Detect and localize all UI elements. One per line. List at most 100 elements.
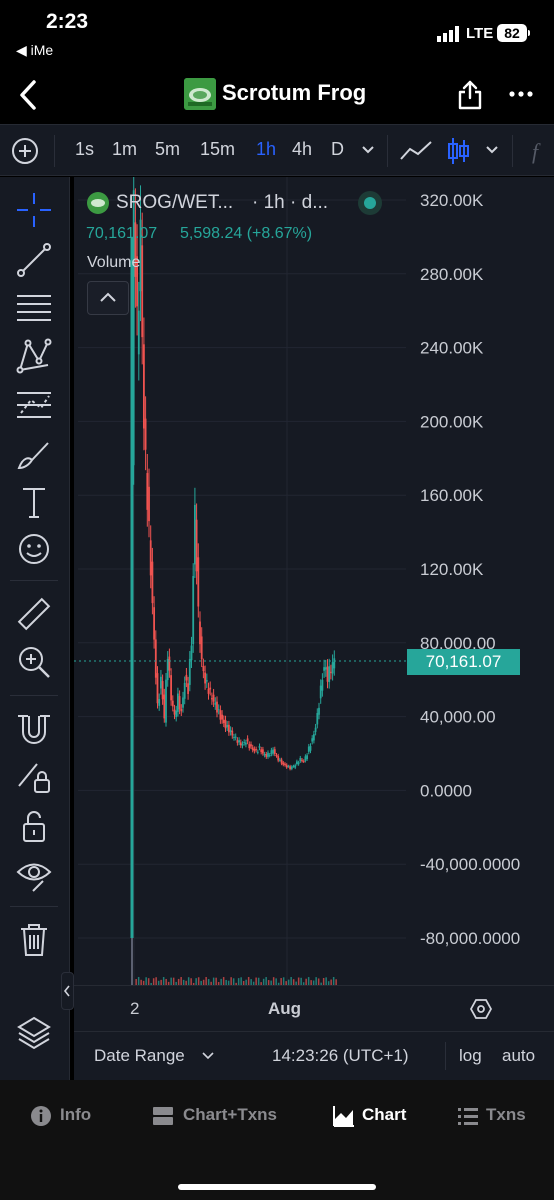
chart-canvas[interactable]: 320.00K 280.00K 240.00K 200.00K 160.00K 120.0… — [74, 154, 554, 985]
price-chart[interactable]: 320.00K 280.00K 240.00K 200.00K 160.00K 120.0… — [74, 154, 554, 985]
pair-logo-icon — [87, 192, 109, 214]
candle-body — [231, 730, 234, 736]
price-axis-label: 240.00K — [420, 339, 484, 358]
candle-body — [243, 742, 246, 744]
candle-body — [236, 740, 239, 743]
candle-body — [321, 679, 324, 691]
back-to-app-link[interactable]: ◀ iMe — [16, 42, 53, 59]
timeframe-1m[interactable]: 1m — [112, 139, 137, 160]
collapse-toolbar-button[interactable] — [61, 972, 74, 1010]
candle-body — [267, 752, 269, 757]
log-scale-toggle[interactable]: log — [459, 1046, 482, 1066]
price-axis-label: 120.00K — [420, 560, 484, 579]
candle-body — [154, 639, 157, 678]
eye-icon[interactable] — [15, 855, 53, 893]
text-tool-icon[interactable] — [15, 483, 53, 521]
timeframe-5m[interactable]: 5m — [155, 139, 180, 160]
share-icon[interactable] — [456, 78, 484, 110]
candle-body — [279, 759, 281, 761]
brush-icon[interactable] — [15, 435, 53, 473]
candle-body — [148, 486, 150, 522]
layers-icon[interactable] — [15, 1014, 53, 1052]
ruler-icon[interactable] — [15, 595, 53, 633]
volume-bar — [322, 977, 325, 985]
volume-bar — [265, 977, 267, 985]
volume-bar — [247, 977, 250, 985]
timeframe-1d[interactable]: D — [331, 139, 344, 160]
volume-bar — [237, 978, 240, 985]
add-indicator-icon[interactable] — [11, 137, 39, 165]
time-axis[interactable]: 2 Aug — [74, 985, 554, 1031]
chart-type-chevron-down-icon[interactable] — [485, 145, 499, 155]
chart-settings-hexagon-icon[interactable] — [470, 998, 492, 1020]
volume-bar — [205, 977, 207, 985]
token-logo-icon — [184, 78, 216, 110]
volume-bar — [215, 977, 217, 985]
candle-body — [130, 236, 134, 938]
crosshair-icon[interactable] — [15, 191, 53, 229]
candle-body — [273, 749, 276, 754]
legend-collapse-button[interactable] — [87, 281, 129, 315]
current-time[interactable]: 14:23:26 (UTC+1) — [272, 1046, 409, 1066]
candle-body — [289, 766, 291, 770]
current-price-label: 70,161.07 — [407, 649, 520, 675]
candle-body — [262, 749, 264, 754]
date-range-chevron-down-icon[interactable] — [202, 1052, 214, 1060]
pattern-tool-icon[interactable] — [15, 337, 53, 375]
candle-body — [165, 679, 167, 723]
candle-body — [212, 694, 215, 702]
date-range-button[interactable]: Date Range — [94, 1046, 185, 1066]
unlock-icon[interactable] — [15, 807, 53, 845]
forecast-tool-icon[interactable] — [15, 386, 53, 424]
volume-bar — [162, 977, 165, 985]
volume-bar — [172, 977, 175, 985]
timeframe-15m[interactable]: 15m — [200, 139, 235, 160]
zoom-in-icon[interactable] — [15, 643, 53, 681]
emoji-icon[interactable] — [15, 530, 53, 568]
candle-body — [224, 719, 227, 729]
timeframe-1s[interactable]: 1s — [75, 139, 94, 160]
auto-scale-toggle[interactable]: auto — [502, 1046, 535, 1066]
pair-symbol[interactable]: SROG/WET... — [116, 192, 233, 214]
candle-body — [228, 724, 230, 733]
candle-body — [301, 759, 303, 761]
line-chart-type-icon[interactable] — [399, 139, 433, 163]
volume-bar — [325, 977, 327, 985]
volume-bar — [240, 977, 242, 985]
candle-body — [233, 737, 235, 739]
candle-body — [255, 749, 257, 751]
fib-lines-icon[interactable] — [15, 290, 53, 328]
candle-body — [294, 765, 297, 768]
candle-body — [314, 727, 317, 732]
lock-drawings-icon[interactable] — [15, 758, 53, 796]
magnet-icon[interactable] — [15, 710, 53, 748]
trash-icon[interactable] — [15, 921, 53, 959]
more-options-icon[interactable] — [508, 82, 534, 106]
candle-body — [175, 710, 178, 718]
price-axis-label: -80,000.0000 — [420, 929, 520, 948]
back-arrow-icon[interactable] — [14, 78, 44, 112]
chart-bottom-bar: Date Range 14:23:26 (UTC+1) log auto — [74, 1031, 554, 1080]
timeframe-chevron-down-icon[interactable] — [361, 145, 375, 155]
price-axis-label: -40,000.0000 — [420, 855, 520, 874]
candle-body — [187, 683, 189, 694]
volume-bar — [187, 977, 190, 985]
candle-body — [180, 709, 183, 712]
candle-body — [280, 759, 283, 764]
timeframe-4h[interactable]: 4h — [292, 139, 312, 160]
timeframe-1h[interactable]: 1h — [256, 139, 276, 160]
candle-body — [177, 693, 179, 712]
trend-line-icon[interactable] — [15, 241, 53, 279]
indicators-fx-icon[interactable]: f — [528, 137, 552, 165]
drawing-toolbar — [0, 177, 70, 1080]
tool-divider — [10, 695, 58, 696]
candle-body — [199, 621, 201, 645]
timeframe-toolbar: 1s 1m 5m 15m 1h 4h D f — [0, 124, 554, 176]
price-axis-label: 160.00K — [420, 486, 484, 505]
candle-body — [226, 724, 229, 728]
candle-body — [265, 754, 268, 757]
candle-body — [151, 561, 154, 604]
candlestick-chart-icon[interactable] — [447, 136, 471, 166]
candle-body — [251, 747, 254, 750]
candle-body — [137, 310, 140, 355]
